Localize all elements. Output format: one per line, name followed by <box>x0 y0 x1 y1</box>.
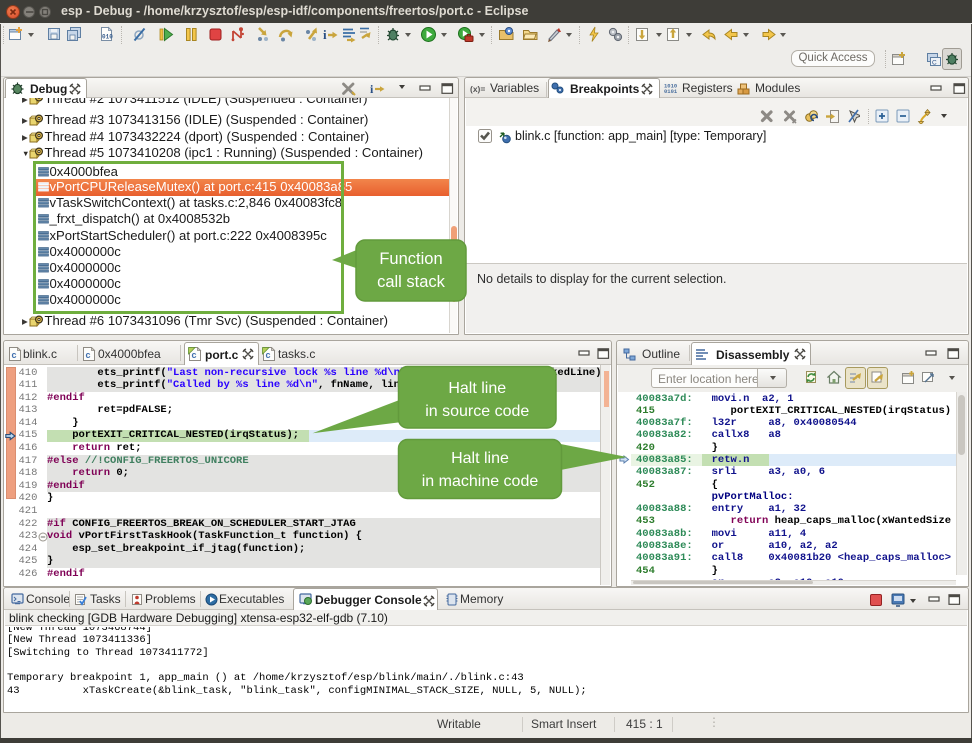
svg-text:C: C <box>932 60 937 67</box>
svg-text:0101: 0101 <box>664 88 678 94</box>
svg-text:i: i <box>323 27 327 42</box>
svg-text:i: i <box>370 82 374 96</box>
svg-text:(x)=: (x)= <box>470 84 485 94</box>
svg-text:010: 010 <box>102 34 113 41</box>
